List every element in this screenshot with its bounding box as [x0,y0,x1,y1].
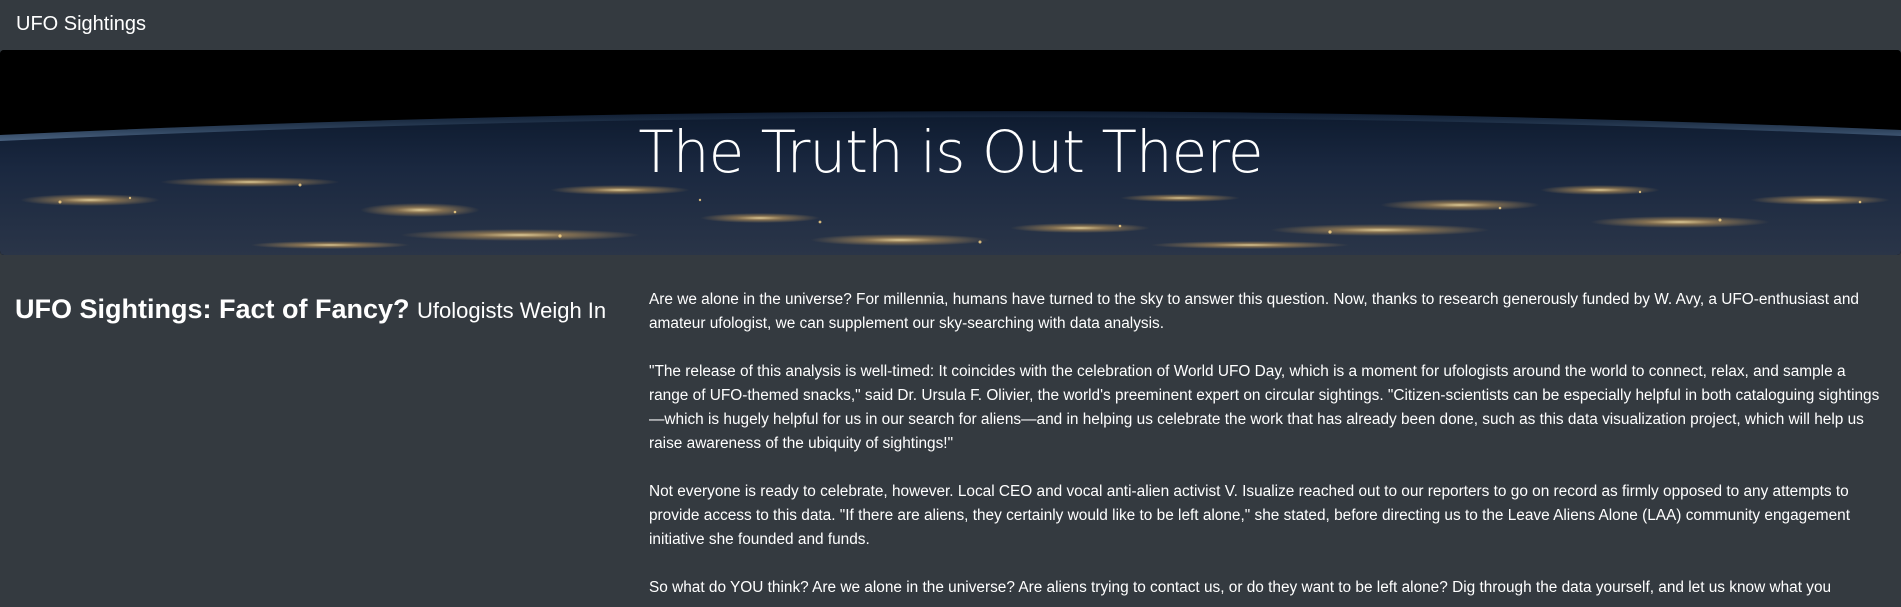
article-paragraph: "The release of this analysis is well-ti… [649,363,1880,452]
navbar-brand-link[interactable]: UFO Sightings [16,13,146,36]
article-subtitle: Ufologists Weigh In [417,298,607,323]
article-paragraph: Are we alone in the universe? For millen… [649,291,1859,332]
article-headline: UFO Sightings: Fact of Fancy? Ufologists… [15,291,635,329]
article-body: Are we alone in the universe? For millen… [649,288,1881,607]
article-paragraph: So what do YOU think? Are we alone in th… [649,579,1832,596]
main-content: UFO Sightings: Fact of Fancy? Ufologists… [0,255,1901,607]
hero-banner: The Truth is Out There [0,50,1901,255]
navbar: UFO Sightings [0,0,1901,49]
hero-title: The Truth is Out There [638,118,1263,186]
article-title: UFO Sightings: Fact of Fancy? [15,294,410,324]
article-paragraph: Not everyone is ready to celebrate, howe… [649,483,1850,548]
headline-column: UFO Sightings: Fact of Fancy? Ufologists… [15,291,635,329]
